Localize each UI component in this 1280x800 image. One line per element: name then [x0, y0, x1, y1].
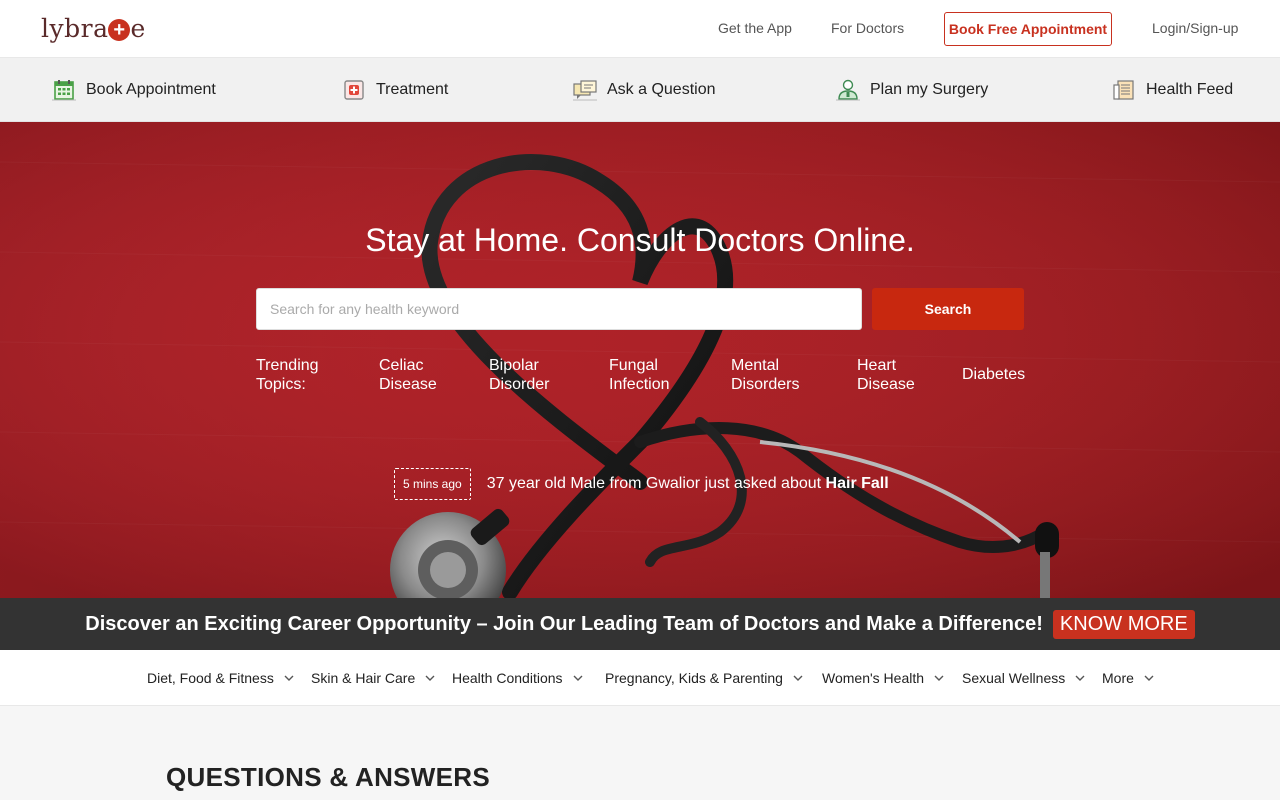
- logo-plus-icon: +: [108, 19, 131, 41]
- category-label: More: [1102, 670, 1134, 686]
- category-nav: Diet, Food & Fitness Skin & Hair Care He…: [0, 650, 1280, 706]
- login-signup-link[interactable]: Login/Sign-up: [1152, 20, 1238, 36]
- trending-label-line: Trending: [256, 357, 319, 374]
- category-health-conditions[interactable]: Health Conditions: [452, 670, 583, 686]
- lybrate-logo[interactable]: lybra + e: [41, 14, 146, 43]
- topic-line: Disorder: [489, 376, 550, 393]
- trending-topic-fungal-infection[interactable]: Fungal Infection: [609, 356, 669, 394]
- topic-line: Disease: [857, 376, 915, 393]
- logo-text-left: lybra: [41, 14, 109, 43]
- topic-line: Celiac: [379, 357, 424, 374]
- category-more[interactable]: More: [1102, 670, 1154, 686]
- chevron-down-icon: [934, 675, 944, 681]
- recent-question-topic: Hair Fall: [825, 475, 889, 492]
- category-label: Sexual Wellness: [962, 670, 1066, 686]
- category-label: Women's Health: [822, 670, 925, 686]
- chevron-down-icon: [284, 675, 294, 681]
- nav-book-appointment[interactable]: Book Appointment: [52, 76, 216, 104]
- career-banner: Discover an Exciting Career Opportunity …: [0, 598, 1280, 650]
- trending-topic-mental-disorders[interactable]: Mental Disorders: [731, 356, 799, 394]
- topic-line: Diabetes: [962, 366, 1026, 383]
- category-label: Pregnancy, Kids & Parenting: [605, 670, 783, 686]
- chevron-down-icon: [1075, 675, 1085, 681]
- nav-plan-surgery[interactable]: Plan my Surgery: [836, 76, 988, 104]
- get-the-app-link[interactable]: Get the App: [718, 20, 792, 36]
- top-header: lybra + e Get the App For Doctors Book Fre…: [0, 0, 1280, 58]
- chevron-down-icon: [1144, 675, 1154, 681]
- service-nav: Book Appointment Treatment Ask a Questio…: [0, 58, 1280, 122]
- newspaper-icon: [1113, 80, 1134, 100]
- nav-label: Book Appointment: [86, 81, 216, 98]
- category-sexual-wellness[interactable]: Sexual Wellness: [962, 670, 1085, 686]
- topic-line: Disorders: [731, 376, 800, 393]
- chevron-down-icon: [425, 675, 435, 681]
- nav-label: Health Feed: [1146, 81, 1234, 98]
- topic-line: Heart: [857, 357, 897, 374]
- chat-bubble-icon: [573, 80, 597, 101]
- category-womens-health[interactable]: Women's Health: [822, 670, 944, 686]
- hero-title: Stay at Home. Consult Doctors Online.: [365, 222, 915, 258]
- trending-topics-label: Trending Topics:: [256, 356, 319, 394]
- nav-ask-question[interactable]: Ask a Question: [573, 76, 716, 104]
- category-diet-food-fitness[interactable]: Diet, Food & Fitness: [147, 670, 294, 686]
- category-pregnancy-kids-parenting[interactable]: Pregnancy, Kids & Parenting: [605, 670, 803, 686]
- book-free-appointment-button[interactable]: Book Free Appointment: [944, 12, 1112, 46]
- search-button[interactable]: Search: [872, 288, 1024, 330]
- first-aid-icon: [344, 80, 364, 100]
- chevron-down-icon: [793, 675, 803, 681]
- for-doctors-link[interactable]: For Doctors: [831, 20, 904, 36]
- calendar-icon: [52, 80, 76, 101]
- recent-time-badge: 5 mins ago: [394, 468, 471, 500]
- nav-health-feed[interactable]: Health Feed: [1112, 76, 1233, 104]
- know-more-button[interactable]: KNOW MORE: [1052, 609, 1195, 639]
- search-input[interactable]: [256, 288, 862, 330]
- trending-label-line: Topics:: [256, 376, 306, 393]
- nav-label: Ask a Question: [607, 81, 716, 98]
- trending-topic-celiac-disease[interactable]: Celiac Disease: [379, 356, 437, 394]
- recent-question-ticker: 5 mins ago 37 year old Male from Gwalior…: [394, 468, 889, 500]
- category-label: Health Conditions: [452, 670, 563, 686]
- nav-treatment[interactable]: Treatment: [342, 76, 448, 104]
- recent-question-text[interactable]: 37 year old Male from Gwalior just asked…: [487, 475, 889, 493]
- category-label: Diet, Food & Fitness: [147, 670, 274, 686]
- recent-question-prefix: 37 year old Male from Gwalior just asked…: [486, 475, 822, 492]
- nav-label: Treatment: [376, 81, 449, 98]
- category-skin-hair-care[interactable]: Skin & Hair Care: [311, 670, 435, 686]
- topic-line: Mental: [731, 357, 780, 374]
- trending-topic-bipolar-disorder[interactable]: Bipolar Disorder: [489, 356, 549, 394]
- topic-line: Disease: [379, 376, 437, 393]
- chevron-down-icon: [573, 675, 583, 681]
- questions-answers-heading: QUESTIONS & ANSWERS: [166, 762, 490, 792]
- trending-topic-diabetes[interactable]: Diabetes: [962, 365, 1025, 384]
- trending-topic-heart-disease[interactable]: Heart Disease: [857, 356, 915, 394]
- doctor-icon: [836, 79, 860, 101]
- topic-line: Bipolar: [489, 357, 539, 374]
- nav-label: Plan my Surgery: [870, 81, 989, 98]
- topic-line: Infection: [609, 376, 670, 393]
- career-text: Discover an Exciting Career Opportunity …: [85, 612, 1043, 635]
- topic-line: Fungal: [609, 357, 658, 374]
- hero-banner: Stay at Home. Consult Doctors Online. Se…: [0, 122, 1280, 598]
- logo-text-right: e: [130, 14, 146, 43]
- category-label: Skin & Hair Care: [311, 670, 416, 686]
